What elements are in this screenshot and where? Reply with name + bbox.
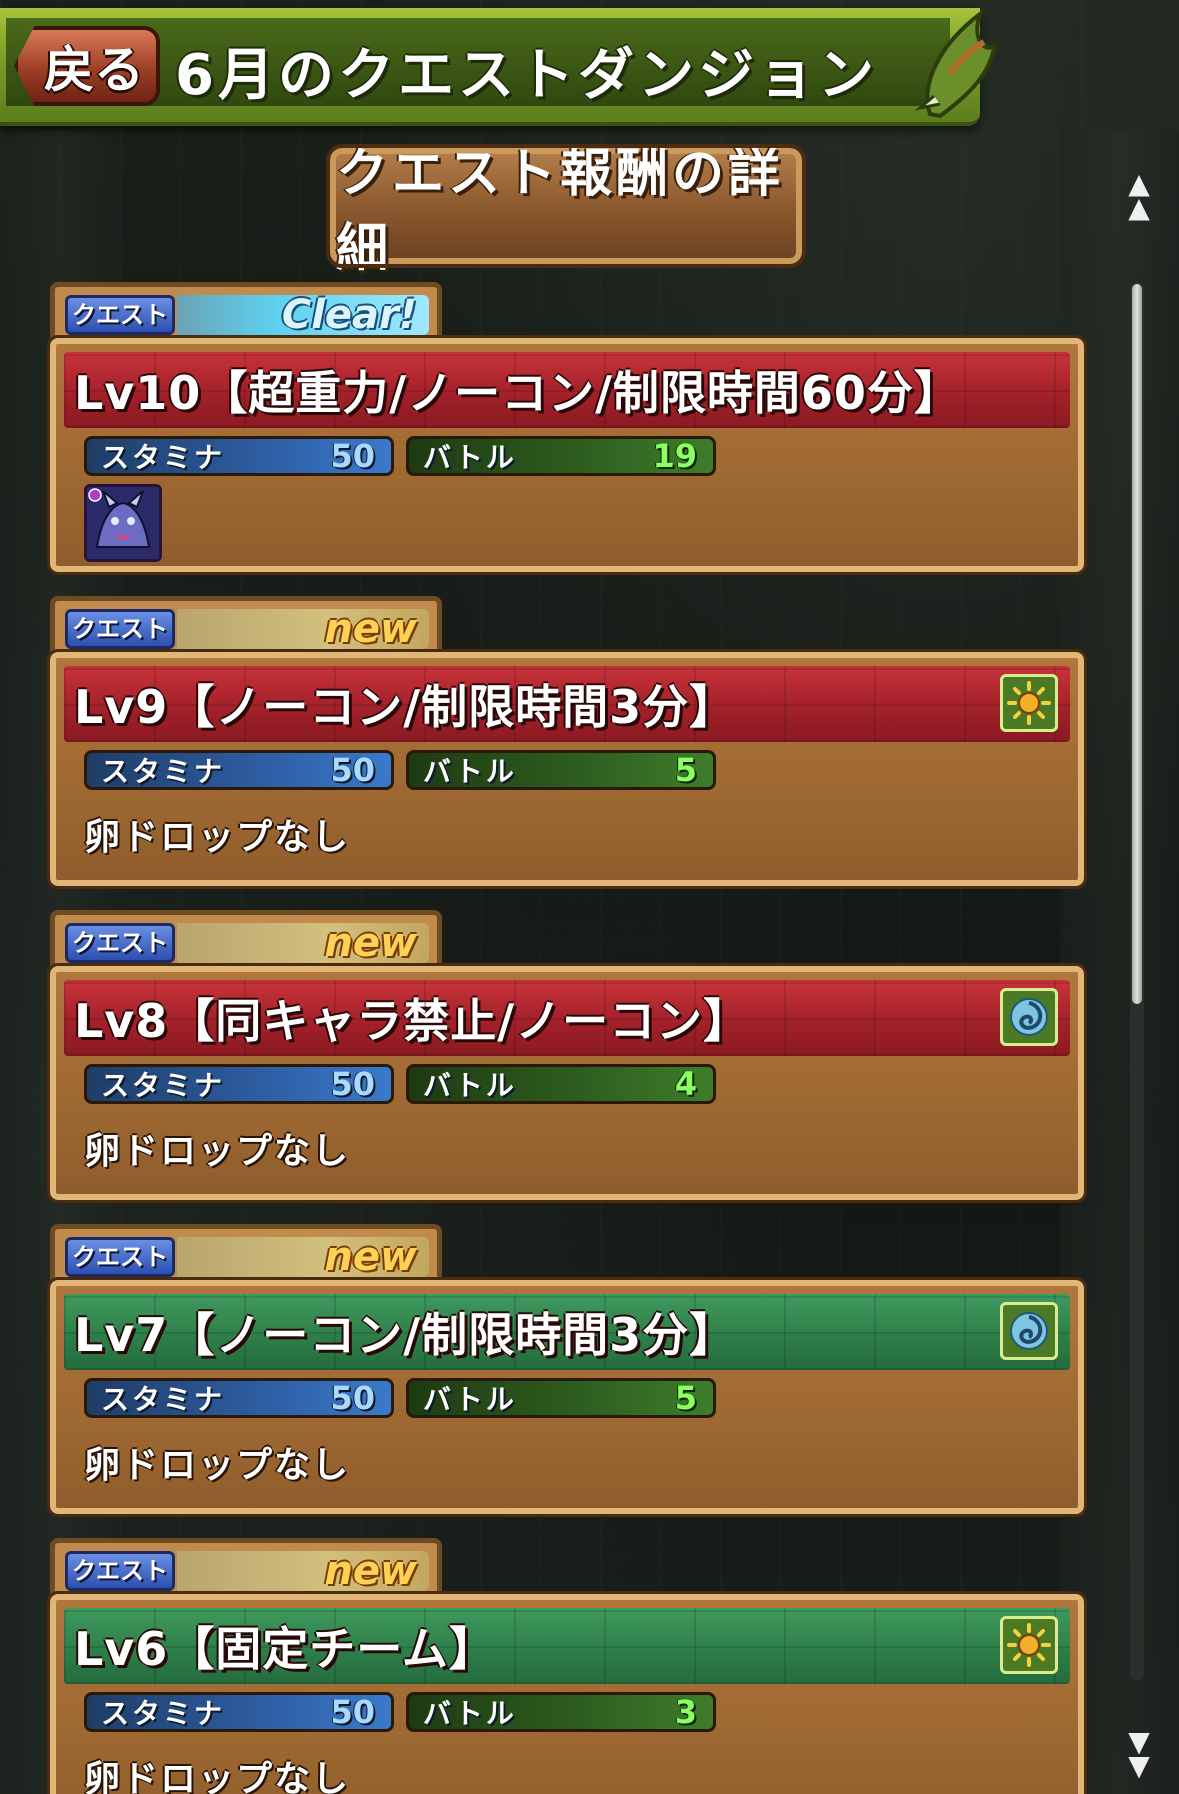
quest-card[interactable]: クエスト new Lv7【ノーコン/制限時間3分】 スタミナ 50 バトル 5 …: [47, 1224, 1087, 1517]
stamina-value: 50: [330, 751, 375, 789]
quest-card[interactable]: クエスト new Lv6【固定チーム】 スタミナ 50 バトル 3 卵ドロップな…: [47, 1538, 1087, 1794]
stamina-value: 50: [330, 1693, 375, 1731]
quest-tab: クエスト new: [50, 1224, 442, 1286]
battle-label: バトル: [423, 441, 517, 474]
quest-card[interactable]: クエスト new Lv9【ノーコン/制限時間3分】 スタミナ 50 バトル 5 …: [47, 596, 1087, 889]
battle-label: バトル: [423, 755, 517, 788]
scrollbar-thumb[interactable]: [1132, 284, 1142, 1004]
battle-pill: バトル 4: [406, 1064, 716, 1104]
battle-value: 4: [674, 1065, 697, 1103]
new-badge: new: [177, 606, 429, 652]
battle-pill: バトル 5: [406, 750, 716, 790]
new-badge: new: [177, 1548, 429, 1594]
battle-pill: バトル 3: [406, 1692, 716, 1732]
back-button[interactable]: 戻る: [14, 26, 160, 106]
light-attribute-icon: [1000, 1616, 1058, 1674]
quest-title: Lv9【ノーコン/制限時間3分】: [64, 666, 1070, 742]
quest-tab: クエスト new: [50, 910, 442, 972]
drop-monster-icon[interactable]: [84, 484, 162, 562]
light-attribute-icon: [1000, 674, 1058, 732]
quest-body: Lv10【超重力/ノーコン/制限時間60分】 スタミナ 50 バトル 19: [47, 335, 1087, 575]
stamina-label: スタミナ: [101, 1383, 226, 1416]
quest-card[interactable]: クエスト new Lv8【同キャラ禁止/ノーコン】 スタミナ 50 バトル 4 …: [47, 910, 1087, 1203]
stamina-label: スタミナ: [101, 441, 226, 474]
egg-drop-text: 卵ドロップなし: [84, 1131, 351, 1172]
battle-value: 3: [674, 1693, 697, 1731]
battle-pill: バトル 19: [406, 436, 716, 476]
quest-tab: クエスト new: [50, 596, 442, 658]
stamina-pill: スタミナ 50: [84, 1692, 394, 1732]
quest-reward-details-button[interactable]: クエスト報酬の詳細: [326, 144, 806, 279]
quest-body: Lv8【同キャラ禁止/ノーコン】 スタミナ 50 バトル 4 卵ドロップなし: [47, 963, 1087, 1203]
stamina-value: 50: [330, 1065, 375, 1103]
battle-label: バトル: [423, 1697, 517, 1730]
scroll-down-icon[interactable]: ▼ ▼: [1124, 1728, 1154, 1786]
quest-tab-label: クエスト: [65, 1551, 175, 1591]
quest-body: Lv6【固定チーム】 スタミナ 50 バトル 3 卵ドロップなし: [47, 1591, 1087, 1794]
scroll-up-icon[interactable]: ▲ ▲: [1124, 170, 1154, 228]
quest-tab: クエスト Clear!: [50, 282, 442, 344]
quest-tab-label: クエスト: [65, 1237, 175, 1277]
egg-drop-text: 卵ドロップなし: [84, 1759, 351, 1794]
dark-water-attribute-icon: [1000, 988, 1058, 1046]
quest-tab: クエスト new: [50, 1538, 442, 1600]
stamina-pill: スタミナ 50: [84, 436, 394, 476]
quest-title: Lv8【同キャラ禁止/ノーコン】: [64, 980, 1070, 1056]
dark-water-attribute-icon: [1000, 1302, 1058, 1360]
quest-tab-label: クエスト: [65, 923, 175, 963]
quest-title: Lv6【固定チーム】: [64, 1608, 1070, 1684]
stamina-pill: スタミナ 50: [84, 750, 394, 790]
stamina-label: スタミナ: [101, 1069, 226, 1102]
egg-drop-text: 卵ドロップなし: [84, 1445, 351, 1486]
quest-tab-label: クエスト: [65, 295, 175, 335]
new-badge: new: [177, 920, 429, 966]
battle-value: 5: [674, 1379, 697, 1417]
stamina-value: 50: [330, 437, 375, 475]
quest-body: Lv7【ノーコン/制限時間3分】 スタミナ 50 バトル 5 卵ドロップなし: [47, 1277, 1087, 1517]
quest-card[interactable]: クエスト Clear! Lv10【超重力/ノーコン/制限時間60分】 スタミナ …: [47, 282, 1087, 575]
stamina-label: スタミナ: [101, 1697, 226, 1730]
battle-label: バトル: [423, 1069, 517, 1102]
clear-badge: Clear!: [177, 292, 429, 338]
quest-tab-label: クエスト: [65, 609, 175, 649]
dragon-wing-icon: [914, 8, 997, 119]
battle-pill: バトル 5: [406, 1378, 716, 1418]
battle-value: 19: [652, 437, 697, 475]
stamina-pill: スタミナ 50: [84, 1378, 394, 1418]
page-title: 6月のクエストダンジョン: [175, 43, 878, 108]
stamina-value: 50: [330, 1379, 375, 1417]
egg-drop-text: 卵ドロップなし: [84, 817, 351, 858]
quest-body: Lv9【ノーコン/制限時間3分】 スタミナ 50 バトル 5 卵ドロップなし: [47, 649, 1087, 889]
quest-title: Lv10【超重力/ノーコン/制限時間60分】: [64, 352, 1070, 428]
battle-label: バトル: [423, 1383, 517, 1416]
quest-title: Lv7【ノーコン/制限時間3分】: [64, 1294, 1070, 1370]
stamina-pill: スタミナ 50: [84, 1064, 394, 1104]
stamina-label: スタミナ: [101, 755, 226, 788]
battle-value: 5: [674, 751, 697, 789]
new-badge: new: [177, 1234, 429, 1280]
